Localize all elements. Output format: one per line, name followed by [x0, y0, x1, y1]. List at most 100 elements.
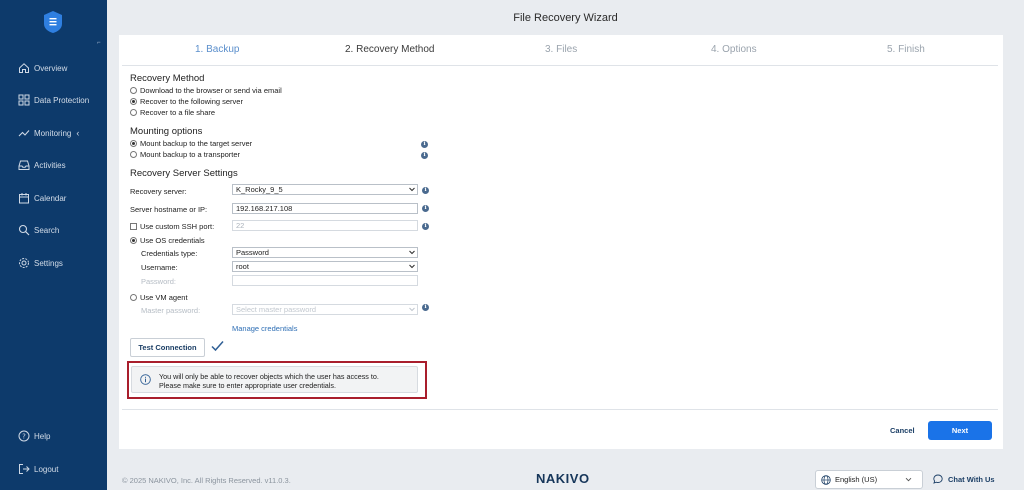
wizard-card: 1. Backup 2. Recovery Method 3. Files 4.… [119, 35, 1003, 449]
radio-label: Use VM agent [140, 293, 188, 302]
radio-button[interactable] [130, 151, 137, 158]
ssh-port-input[interactable]: 22 [232, 220, 418, 231]
radio-button[interactable] [130, 109, 137, 116]
master-password-placeholder: Select master password [236, 305, 317, 314]
custom-ssh-port-checkbox[interactable]: Use custom SSH port: [130, 222, 214, 231]
username-label: Username: [141, 263, 178, 272]
sidebar: ⌐ Overview Data Protection Monitoring ‹ … [0, 0, 107, 490]
sidebar-item-calendar[interactable]: Calendar [0, 186, 107, 210]
info-circle-icon [140, 374, 151, 385]
ssh-port-value: 22 [236, 221, 245, 230]
info-icon[interactable]: i [421, 152, 428, 159]
step-files: 3. Files [545, 44, 578, 55]
hostname-value: 192.168.217.108 [236, 204, 293, 213]
calendar-icon [18, 192, 30, 204]
chat-label: Chat With Us [948, 474, 995, 484]
radio-label: Use OS credentials [140, 236, 205, 245]
radio-recover-file-share[interactable]: Recover to a file share [130, 108, 215, 117]
credentials-type-select[interactable]: Password [232, 247, 418, 258]
chat-with-us-button[interactable]: Chat With Us [933, 474, 995, 484]
wizard-steps: 1. Backup 2. Recovery Method 3. Files 4.… [119, 35, 1003, 65]
test-connection-button[interactable]: Test Connection [130, 338, 205, 357]
sidebar-item-monitoring[interactable]: Monitoring ‹ [0, 121, 107, 145]
window-title: File Recovery Wizard [513, 12, 618, 24]
sidebar-item-search[interactable]: Search [0, 218, 107, 242]
radio-mount-target[interactable]: Mount backup to the target server [130, 139, 252, 148]
sidebar-item-label: Settings [34, 258, 63, 268]
notice-line-1: You will only be able to recover objects… [159, 372, 379, 381]
inbox-icon [18, 159, 30, 171]
mounting-options-title: Mounting options [130, 126, 203, 137]
radio-label: Mount backup to the target server [140, 139, 253, 148]
sidebar-item-logout[interactable]: Logout [0, 457, 107, 481]
radio-use-vm-agent[interactable]: Use VM agent [130, 293, 188, 302]
info-icon[interactable]: i [422, 205, 429, 212]
trend-icon [18, 127, 30, 139]
password-label: Password: [141, 277, 177, 286]
gear-icon [18, 257, 30, 269]
radio-button[interactable] [130, 140, 137, 147]
checkbox-label: Use custom SSH port: [140, 222, 215, 231]
recovery-server-label: Recovery server: [130, 187, 187, 196]
cancel-button[interactable]: Cancel [890, 426, 915, 435]
checkmark-icon [211, 341, 224, 352]
divider [122, 409, 998, 410]
nakivo-brand-logo: NAKIVO [536, 471, 590, 486]
search-icon [18, 224, 30, 236]
username-select[interactable]: root [232, 261, 418, 272]
sidebar-item-settings[interactable]: Settings [0, 251, 107, 275]
copyright-text: © 2025 NAKIVO, Inc. All Rights Reserved.… [122, 476, 291, 485]
radio-download-browser[interactable]: Download to the browser or send via emai… [130, 86, 282, 95]
home-icon [18, 62, 30, 74]
radio-label: Recover to the following server [140, 97, 243, 106]
radio-button[interactable] [130, 237, 137, 244]
sidebar-item-label: Activities [34, 160, 66, 170]
info-notice: You will only be able to recover objects… [131, 366, 418, 393]
help-icon: ? [18, 430, 30, 442]
chevron-down-icon [409, 264, 415, 269]
recovery-server-value: K_Rocky_9_5 [236, 185, 283, 194]
chevron-down-icon [409, 187, 415, 192]
password-input[interactable] [232, 275, 418, 286]
logout-icon [18, 463, 30, 475]
radio-use-os-credentials[interactable]: Use OS credentials [130, 236, 205, 245]
info-icon[interactable]: i [422, 187, 429, 194]
recovery-server-select[interactable]: K_Rocky_9_5 [232, 184, 418, 195]
step-finish: 5. Finish [887, 44, 925, 55]
svg-text:?: ? [22, 433, 26, 441]
sidebar-item-help[interactable]: ? Help [0, 424, 107, 448]
radio-mount-transporter[interactable]: Mount backup to a transporter [130, 150, 240, 159]
next-button[interactable]: Next [928, 421, 992, 440]
sidebar-item-label: Logout [34, 464, 59, 474]
manage-credentials-link[interactable]: Manage credentials [232, 324, 297, 333]
info-icon[interactable]: i [422, 223, 429, 230]
language-select[interactable]: English (US) [815, 470, 923, 489]
radio-label: Recover to a file share [140, 108, 216, 117]
radio-recover-server[interactable]: Recover to the following server [130, 97, 243, 106]
chevron-down-icon [409, 250, 415, 255]
checkbox[interactable] [130, 223, 137, 230]
chevron-down-icon [409, 307, 415, 312]
nakivo-logo-icon[interactable] [44, 11, 62, 33]
radio-label: Mount backup to a transporter [140, 150, 241, 159]
radio-button[interactable] [130, 294, 137, 301]
hostname-input[interactable]: 192.168.217.108 [232, 203, 418, 214]
collapse-icon[interactable]: ⌐ [97, 40, 101, 46]
step-backup[interactable]: 1. Backup [195, 44, 239, 55]
radio-button[interactable] [130, 98, 137, 105]
divider [122, 65, 998, 66]
sidebar-item-overview[interactable]: Overview [0, 56, 107, 80]
radio-button[interactable] [130, 87, 137, 94]
info-icon[interactable]: i [422, 304, 429, 311]
server-settings-title: Recovery Server Settings [130, 168, 238, 179]
chevron-left-icon: ‹ [76, 128, 80, 138]
sidebar-item-activities[interactable]: Activities [0, 153, 107, 177]
credentials-type-value: Password [236, 248, 269, 257]
info-icon[interactable]: i [421, 141, 428, 148]
sidebar-item-data-protection[interactable]: Data Protection [0, 88, 107, 112]
globe-icon [821, 474, 831, 485]
master-password-select[interactable]: Select master password [232, 304, 418, 315]
radio-label: Download to the browser or send via emai… [140, 86, 282, 95]
username-value: root [236, 262, 249, 271]
chat-icon [933, 474, 943, 484]
